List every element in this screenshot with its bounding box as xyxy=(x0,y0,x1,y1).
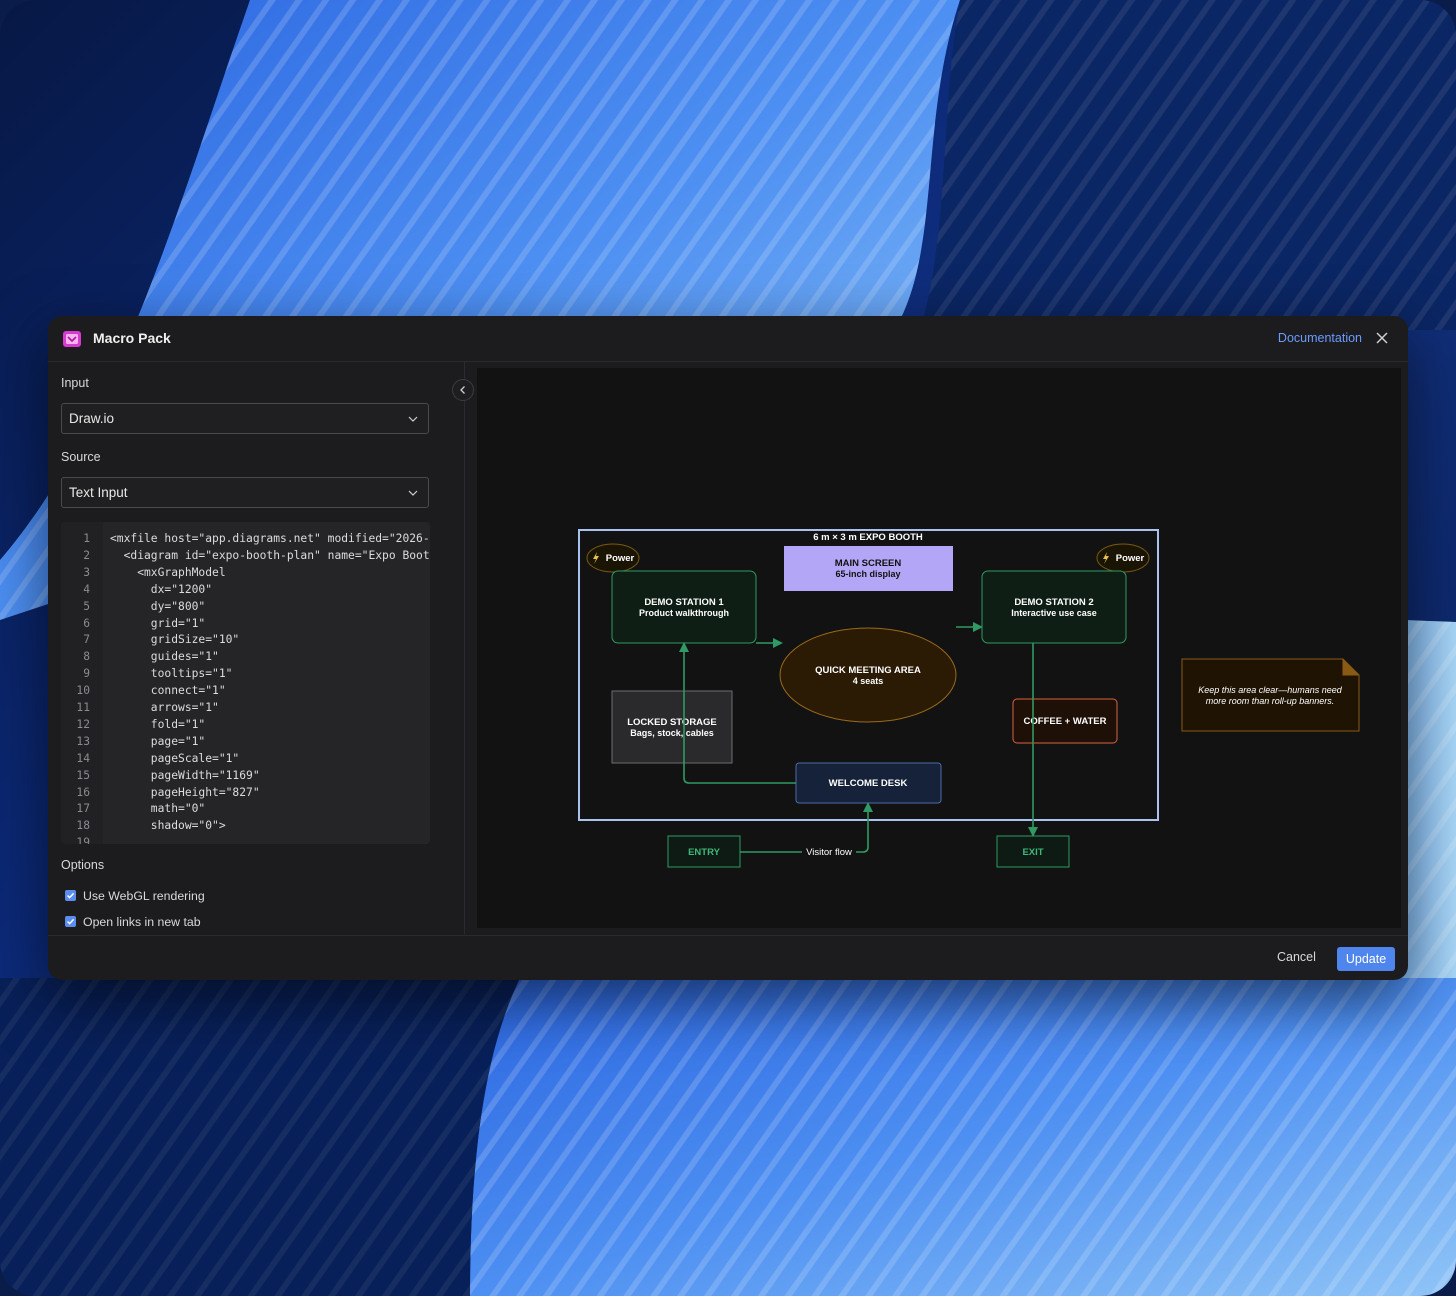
chevron-down-icon xyxy=(408,490,418,496)
macro-pack-dialog: Macro Pack Documentation Input Draw.io S… xyxy=(48,316,1408,980)
sticky-note: Keep this area clear—humans need more ro… xyxy=(1181,658,1360,732)
power-badge-right: Power xyxy=(1096,543,1150,573)
input-select-value: Draw.io xyxy=(69,411,115,426)
code-line: gridSize="10" xyxy=(110,633,240,647)
code-editor[interactable]: 1 2 3 4 5 6 7 8 9 10 11 12 13 14 15 16 17 18 19 <mxfile ho… xyxy=(61,522,430,844)
code-line: pageWidth="1169" xyxy=(110,768,260,782)
code-line: guides="1" xyxy=(110,650,219,664)
line-number-gutter: 1 2 3 4 5 6 7 8 9 10 11 12 13 14 15 16 17 18 19 xyxy=(61,522,103,844)
coffee-water-station: COFFEE + WATER xyxy=(1012,698,1118,744)
line-number: 10 xyxy=(76,684,90,698)
chevron-down-icon xyxy=(408,416,418,422)
input-label: Input xyxy=(61,376,89,390)
demo-station-2-subtitle: Interactive use case xyxy=(1011,608,1097,618)
dialog-title: Macro Pack xyxy=(93,330,171,346)
line-number: 2 xyxy=(83,548,90,562)
main-screen-subtitle: 65-inch display xyxy=(835,569,900,579)
code-line: math="0" xyxy=(110,802,206,816)
code-line: pageHeight="827" xyxy=(110,785,260,799)
code-line: grid="1" xyxy=(110,616,206,630)
entry-label: ENTRY xyxy=(688,847,721,858)
input-select[interactable]: Draw.io xyxy=(61,403,429,434)
line-number: 19 xyxy=(76,836,90,844)
source-select-value: Text Input xyxy=(69,485,128,500)
visitor-flow-label: Visitor flow xyxy=(806,847,852,858)
demo-station-1-title: DEMO STATION 1 xyxy=(644,597,724,608)
line-number: 17 xyxy=(76,802,90,816)
storage-subtitle: Bags, stock, cables xyxy=(630,728,714,738)
booth-title: 6 m × 3 m EXPO BOOTH xyxy=(813,532,923,543)
code-line: <diagram id="expo-booth-plan" name="Expo… xyxy=(110,548,430,562)
code-line: tooltips="1" xyxy=(110,667,233,681)
code-line: fold="1" xyxy=(110,717,206,731)
line-number: 15 xyxy=(76,768,90,782)
code-line: arrows="1" xyxy=(110,701,219,714)
code-line: dx="1200" xyxy=(110,582,213,596)
update-button[interactable]: Update xyxy=(1337,947,1395,971)
macro-pack-app-icon xyxy=(63,331,81,347)
welcome-desk-label: WELCOME DESK xyxy=(829,778,908,789)
new-tab-checkbox[interactable] xyxy=(65,916,76,927)
exit-door: EXIT xyxy=(996,835,1070,868)
meeting-area-title: QUICK MEETING AREA xyxy=(815,665,921,676)
power-right-label: Power xyxy=(1116,553,1145,564)
code-line: shadow="0"> xyxy=(110,819,226,833)
line-number: 11 xyxy=(76,701,90,714)
coffee-label: COFFEE + WATER xyxy=(1024,716,1107,727)
demo-station-1: DEMO STATION 1 Product walkthrough xyxy=(611,570,757,644)
code-line: <mxfile host="app.diagrams.net" modified… xyxy=(110,532,430,545)
power-left-label: Power xyxy=(606,553,635,564)
demo-station-2: DEMO STATION 2 Interactive use case xyxy=(981,570,1127,644)
power-badge-left: Power xyxy=(586,543,640,573)
diagram-preview: 6 m × 3 m EXPO BOOTH Power Power MAIN SC… xyxy=(477,368,1401,928)
code-line: page="1" xyxy=(110,734,206,748)
source-select[interactable]: Text Input xyxy=(61,477,429,508)
line-number: 16 xyxy=(76,785,90,799)
line-number: 5 xyxy=(83,599,90,613)
webgl-option-label: Use WebGL rendering xyxy=(83,889,205,903)
line-number: 3 xyxy=(83,565,90,579)
locked-storage: LOCKED STORAGE Bags, stock, cables xyxy=(611,690,733,764)
note-line-2: more room than roll-up banners. xyxy=(1206,696,1335,706)
line-number: 6 xyxy=(83,616,90,630)
entry-to-welcome-connector xyxy=(856,802,873,853)
cancel-button[interactable]: Cancel xyxy=(1277,950,1316,964)
exit-label: EXIT xyxy=(1022,847,1043,858)
line-number: 8 xyxy=(83,650,90,664)
line-number: 1 xyxy=(83,532,90,545)
welcome-desk: WELCOME DESK xyxy=(795,762,942,804)
code-line: pageScale="1" xyxy=(110,751,240,765)
chevron-left-icon xyxy=(460,386,465,394)
meeting-area-subtitle: 4 seats xyxy=(853,676,884,686)
new-tab-option-label: Open links in new tab xyxy=(83,915,201,929)
quick-meeting-area: QUICK MEETING AREA 4 seats xyxy=(779,627,957,723)
code-line: dy="800" xyxy=(110,599,206,613)
storage-title: LOCKED STORAGE xyxy=(627,717,717,728)
line-number: 14 xyxy=(76,751,90,765)
demo-station-1-subtitle: Product walkthrough xyxy=(639,608,729,618)
webgl-checkbox[interactable] xyxy=(65,890,76,901)
close-icon[interactable] xyxy=(1374,330,1390,346)
source-label: Source xyxy=(61,450,101,464)
documentation-link[interactable]: Documentation xyxy=(1278,331,1362,345)
collapse-panel-button[interactable] xyxy=(452,379,474,401)
dialog-titlebar: Macro Pack Documentation xyxy=(48,316,1408,362)
settings-panel: Input Draw.io Source Text Input 12345678… xyxy=(48,362,465,934)
line-number: 18 xyxy=(76,819,90,833)
line-number: 9 xyxy=(83,667,90,681)
booth-diagram: 6 m × 3 m EXPO BOOTH Power Power MAIN SC… xyxy=(578,529,1360,868)
line-number: 12 xyxy=(76,717,90,731)
line-number: 13 xyxy=(76,734,90,748)
entry-door: ENTRY xyxy=(667,835,741,868)
options-label: Options xyxy=(61,858,105,872)
dialog-footer: Cancel Update xyxy=(48,935,1408,980)
note-line-1: Keep this area clear—humans need xyxy=(1198,685,1343,695)
code-line: <mxGraphModel xyxy=(110,565,226,579)
line-number: 7 xyxy=(83,633,90,647)
main-screen-zone: MAIN SCREEN 65-inch display xyxy=(784,546,953,591)
code-line: connect="1" xyxy=(110,684,226,698)
line-number: 4 xyxy=(83,582,90,596)
main-screen-title: MAIN SCREEN xyxy=(835,558,902,569)
demo-station-2-title: DEMO STATION 2 xyxy=(1014,597,1093,608)
